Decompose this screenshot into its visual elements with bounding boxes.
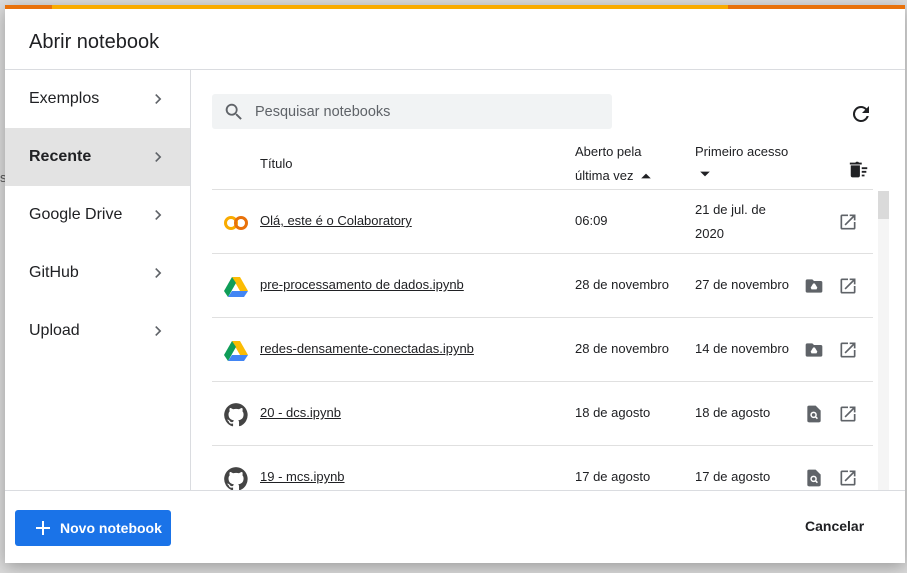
cancel-button[interactable]: Cancelar (805, 518, 864, 534)
open-notebook-dialog: Abrir notebook Exemplos Recente Google D… (5, 5, 905, 563)
search-input[interactable]: Pesquisar notebooks (212, 94, 612, 129)
column-header-line: Primeiro acesso (695, 144, 789, 159)
notebook-link[interactable]: redes-densamente-conectadas.ipynb (260, 341, 474, 356)
github-icon (224, 467, 248, 490)
column-header-title[interactable]: Título (260, 152, 293, 176)
table-row[interactable]: Olá, este é o Colaboratory 06:09 21 de j… (212, 189, 873, 253)
last-opened-cell: 28 de novembro (575, 341, 669, 356)
column-header-first-access[interactable]: Primeiro acesso (695, 140, 788, 188)
last-opened-cell: 17 de agosto (575, 469, 651, 484)
sidebar-item-label: Google Drive (29, 206, 123, 223)
column-header-line: Aberto pela (575, 144, 642, 159)
chevron-right-icon (155, 268, 162, 278)
dialog-title: Abrir notebook (29, 31, 160, 53)
last-opened-cell: 06:09 (575, 213, 608, 228)
notebook-link[interactable]: Olá, este é o Colaboratory (260, 213, 412, 228)
sidebar-item-label: Upload (29, 322, 80, 339)
first-access-cell: 21 de jul. de 2020 (695, 202, 766, 241)
scrollbar-track[interactable] (878, 191, 889, 490)
open-in-new-tab-icon[interactable] (838, 276, 858, 296)
clear-history-icon[interactable] (848, 159, 870, 181)
open-in-new-tab-icon[interactable] (838, 212, 858, 232)
scrollbar-thumb[interactable] (878, 191, 889, 219)
open-in-new-tab-icon[interactable] (838, 340, 858, 360)
google-drive-icon (224, 277, 248, 297)
github-icon (224, 403, 248, 427)
table-row[interactable]: 19 - mcs.ipynb 17 de agosto 17 de agosto (212, 445, 873, 490)
notebook-link[interactable]: 19 - mcs.ipynb (260, 469, 345, 484)
table-row[interactable]: redes-densamente-conectadas.ipynb 28 de … (212, 317, 873, 381)
colab-logo-icon (224, 216, 248, 230)
sidebar-item-label: Exemplos (29, 90, 100, 107)
notebook-link[interactable]: pre-processamento de dados.ipynb (260, 277, 464, 292)
divider (5, 490, 905, 491)
sidebar-item-label: Recente (29, 148, 92, 165)
sidebar: Exemplos Recente Google Drive GitHub Upl… (5, 70, 191, 490)
last-opened-cell: 18 de agosto (575, 405, 651, 420)
first-access-cell: 18 de agosto (695, 405, 771, 420)
search-placeholder: Pesquisar notebooks (255, 103, 391, 120)
table-row[interactable]: pre-processamento de dados.ipynb 28 de n… (212, 253, 873, 317)
sidebar-item-github[interactable]: GitHub (5, 244, 190, 302)
first-access-cell: 14 de novembro (695, 341, 789, 356)
plus-icon (36, 521, 50, 535)
find-in-page-icon[interactable] (804, 404, 824, 424)
open-in-new-tab-icon[interactable] (838, 404, 858, 424)
sort-dropdown-icon (700, 171, 710, 177)
chevron-right-icon (155, 210, 162, 220)
first-access-cell: 17 de agosto (695, 469, 771, 484)
open-in-new-tab-icon[interactable] (838, 468, 858, 488)
sidebar-item-recente[interactable]: Recente (5, 128, 190, 186)
sidebar-item-upload[interactable]: Upload (5, 302, 190, 360)
sidebar-item-label: GitHub (29, 264, 79, 281)
search-icon (225, 103, 242, 120)
chevron-right-icon (155, 94, 162, 104)
notebook-list-panel: Pesquisar notebooks Título Aberto pela ú… (192, 70, 905, 490)
first-access-cell: 27 de novembro (695, 277, 789, 292)
drive-folder-icon[interactable] (804, 276, 824, 296)
progress-accent-bar (5, 5, 905, 9)
refresh-icon[interactable] (849, 102, 873, 126)
column-header-last-opened[interactable]: Aberto pela última vez (575, 140, 652, 188)
sort-ascending-icon (640, 173, 651, 179)
chevron-right-icon (155, 152, 162, 162)
sidebar-item-exemplos[interactable]: Exemplos (5, 70, 190, 128)
table-row[interactable]: 20 - dcs.ipynb 18 de agosto 18 de agosto (212, 381, 873, 445)
chevron-right-icon (155, 326, 162, 336)
find-in-page-icon[interactable] (804, 468, 824, 488)
notebook-link[interactable]: 20 - dcs.ipynb (260, 405, 341, 420)
google-drive-icon (224, 341, 248, 361)
column-header-line: última vez (575, 168, 634, 183)
drive-folder-icon[interactable] (804, 340, 824, 360)
sidebar-item-google-drive[interactable]: Google Drive (5, 186, 190, 244)
new-notebook-button[interactable]: Novo notebook (15, 510, 171, 546)
new-notebook-label: Novo notebook (60, 520, 162, 536)
notebook-table: Olá, este é o Colaboratory 06:09 21 de j… (212, 189, 873, 490)
last-opened-cell: 28 de novembro (575, 277, 669, 292)
